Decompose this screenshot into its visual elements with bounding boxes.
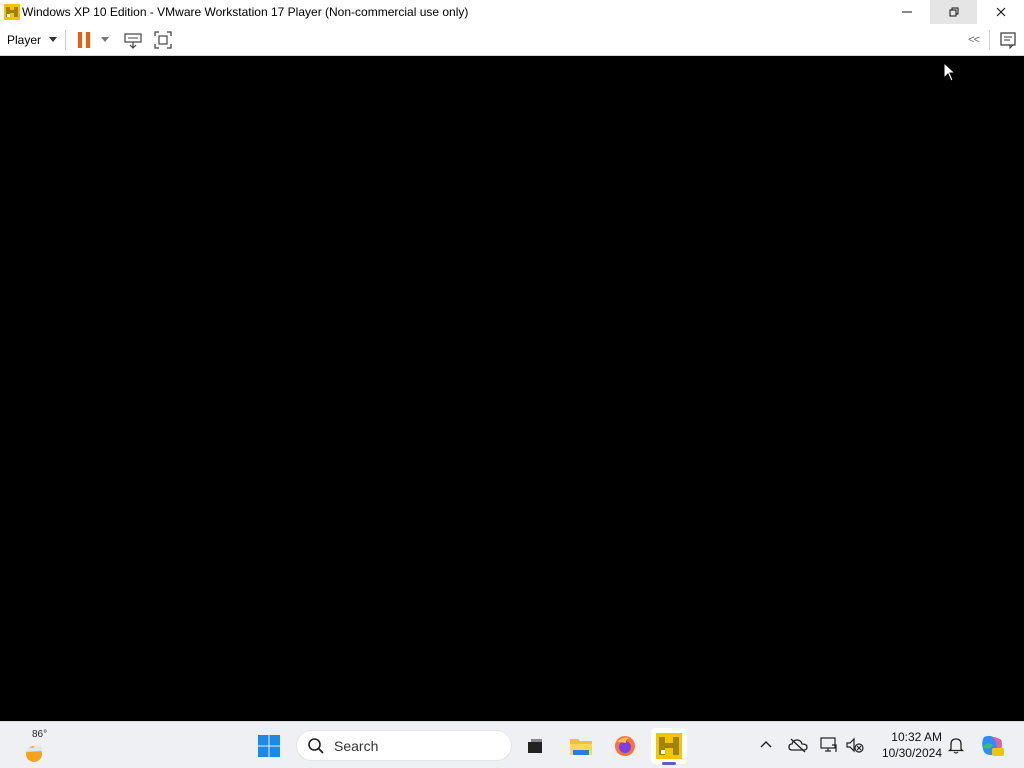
toolbar-right-group: << (968, 24, 1024, 56)
fullscreen-icon (154, 30, 172, 49)
chevron-up-icon (760, 741, 772, 748)
show-hidden-icons-button[interactable] (755, 734, 777, 756)
network-button[interactable] (818, 734, 840, 756)
window-title: Windows XP 10 Edition - VMware Workstati… (22, 5, 469, 19)
file-explorer-button[interactable] (563, 728, 599, 764)
send-ctrl-alt-del-icon (124, 32, 142, 49)
chevron-down-icon (49, 37, 58, 42)
firefox-button[interactable] (607, 728, 643, 764)
pause-icon (78, 31, 91, 48)
message-log-icon (1000, 32, 1016, 49)
copilot-icon (982, 735, 1004, 756)
search-icon (308, 737, 324, 754)
file-explorer-icon (570, 739, 592, 755)
vmware-player-icon (4, 4, 20, 20)
minimize-icon (901, 11, 912, 13)
mouse-cursor-icon (943, 62, 957, 82)
weather-temperature: 86° (32, 729, 48, 740)
windows-logo-icon (258, 735, 280, 757)
active-app-indicator (662, 762, 676, 765)
partly-sunny-icon (25, 745, 43, 762)
task-view-button[interactable] (517, 728, 553, 764)
windows-taskbar: 86° Search 10:32 AM 10/30/2024 (0, 721, 1024, 768)
close-icon (996, 7, 1005, 17)
window-controls (883, 0, 1024, 24)
player-menu-label: Player (7, 32, 42, 47)
fullscreen-button[interactable] (152, 29, 174, 51)
firefox-icon (615, 736, 635, 756)
task-view-icon (528, 739, 542, 753)
volume-muted-icon (846, 737, 864, 753)
restore-button[interactable] (930, 0, 977, 24)
player-menu-button[interactable]: Player (0, 24, 58, 55)
toolbar-divider (65, 29, 67, 50)
collapse-toolbar-button[interactable]: << (968, 34, 980, 46)
bell-icon (948, 738, 964, 754)
copilot-button[interactable] (974, 728, 1010, 764)
vmware-player-icon (656, 733, 682, 759)
volume-button[interactable] (844, 734, 866, 756)
notifications-button[interactable] (945, 734, 967, 756)
window-titlebar[interactable]: Windows XP 10 Edition - VMware Workstati… (0, 0, 1024, 24)
send-ctrl-alt-del-button[interactable] (122, 29, 144, 51)
search-placeholder: Search (334, 737, 379, 754)
taskbar-clock[interactable]: 10:32 AM 10/30/2024 (872, 729, 942, 761)
onedrive-button[interactable] (787, 734, 809, 756)
taskbar-search-box[interactable]: Search (296, 730, 512, 761)
minimize-button[interactable] (883, 0, 930, 24)
close-button[interactable] (977, 0, 1024, 24)
vmware-player-taskbar-button[interactable] (651, 728, 687, 765)
pause-options-dropdown[interactable] (101, 37, 110, 42)
vm-display[interactable] (0, 56, 1024, 721)
clock-date: 10/30/2024 (881, 746, 942, 760)
restore-icon (949, 7, 958, 17)
onedrive-icon (788, 738, 808, 753)
toolbar-divider (989, 30, 990, 50)
weather-widget[interactable]: 86° (18, 728, 54, 764)
clock-time: 10:32 AM (891, 730, 942, 744)
player-toolbar: Player << (0, 24, 1024, 56)
message-log-button[interactable] (998, 30, 1018, 50)
pause-button[interactable] (78, 24, 91, 55)
network-icon (820, 737, 837, 752)
start-button[interactable] (251, 728, 287, 764)
